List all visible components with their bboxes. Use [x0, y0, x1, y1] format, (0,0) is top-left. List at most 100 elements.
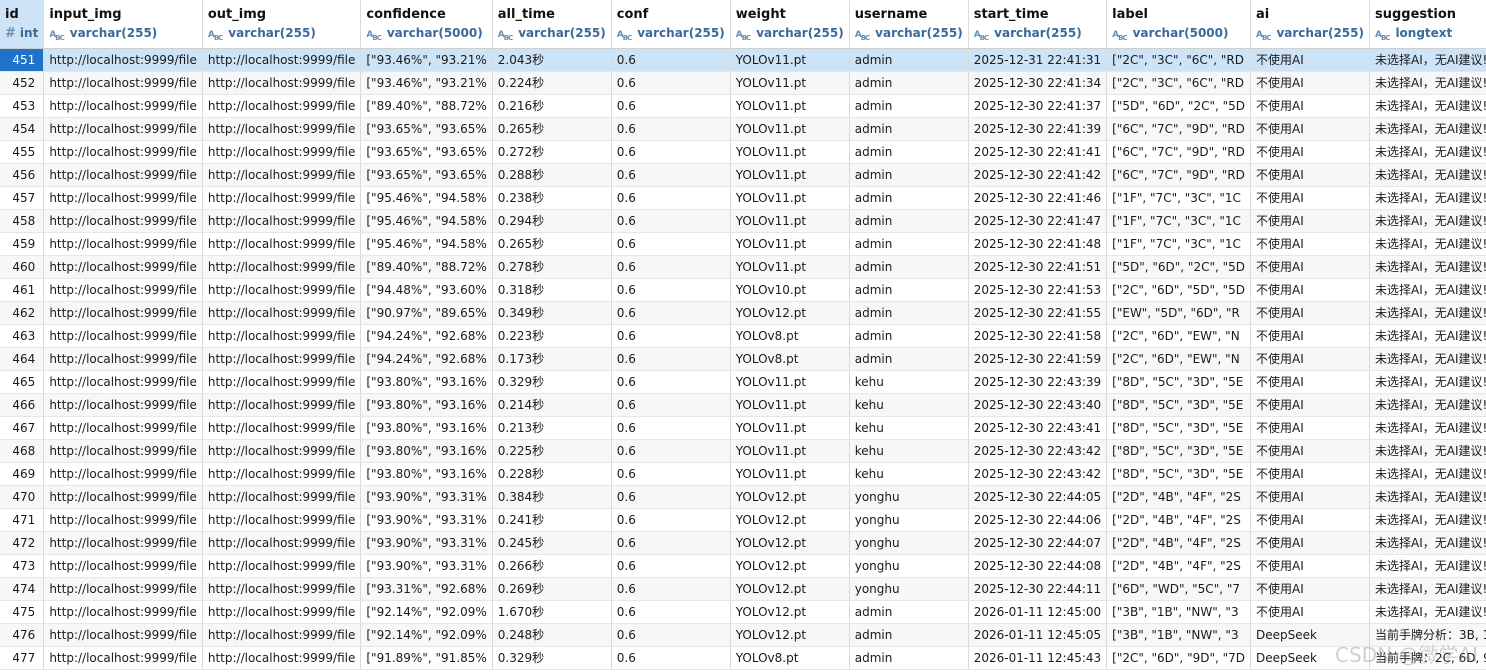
cell-input-img[interactable]: http://localhost:9999/file — [43, 140, 203, 164]
cell-out-img[interactable]: http://localhost:9999/file — [202, 71, 362, 95]
cell-username[interactable]: yonghu — [849, 577, 969, 601]
cell-start-time[interactable]: 2025-12-30 22:43:42 — [968, 462, 1108, 486]
table-row[interactable]: 451 http://localhost:9999/file http://loca… — [0, 48, 1486, 72]
cell-input-img[interactable]: http://localhost:9999/file — [43, 278, 203, 302]
cell-weight[interactable]: YOLOv8.pt — [730, 646, 850, 670]
cell-confidence[interactable]: ["93.65%", "93.65% — [360, 163, 493, 187]
cell-confidence[interactable]: ["93.80%", "93.16% — [360, 370, 493, 394]
cell-all-time[interactable]: 0.238秒 — [492, 186, 612, 210]
cell-suggestion[interactable]: 未选择AI，无AI建议! — [1369, 370, 1486, 394]
cell-ai[interactable]: 不使用AI — [1250, 209, 1370, 233]
table-row[interactable]: 459 http://localhost:9999/file http://loca… — [0, 232, 1486, 256]
cell-start-time[interactable]: 2025-12-30 22:41:39 — [968, 117, 1108, 141]
cell-suggestion[interactable]: 未选择AI，无AI建议! — [1369, 94, 1486, 118]
table-row[interactable]: 473 http://localhost:9999/file http://loca… — [0, 554, 1486, 578]
cell-conf[interactable]: 0.6 — [611, 186, 731, 210]
cell-label[interactable]: ["2C", "6D", "EW", "N — [1106, 324, 1251, 348]
cell-start-time[interactable]: 2025-12-30 22:44:11 — [968, 577, 1108, 601]
cell-confidence[interactable]: ["93.80%", "93.16% — [360, 439, 493, 463]
cell-username[interactable]: admin — [849, 301, 969, 325]
cell-suggestion[interactable]: 未选择AI，无AI建议! — [1369, 508, 1486, 532]
cell-id[interactable]: 469 — [0, 462, 45, 486]
cell-suggestion[interactable]: 未选择AI，无AI建议! — [1369, 255, 1486, 279]
cell-confidence[interactable]: ["93.46%", "93.21% — [360, 48, 493, 72]
cell-weight[interactable]: YOLOv11.pt — [730, 416, 850, 440]
cell-label[interactable]: ["2C", "3C", "6C", "RD — [1106, 48, 1251, 72]
cell-all-time[interactable]: 0.216秒 — [492, 94, 612, 118]
cell-username[interactable]: yonghu — [849, 554, 969, 578]
cell-confidence[interactable]: ["93.90%", "93.31% — [360, 531, 493, 555]
cell-suggestion[interactable]: 未选择AI，无AI建议! — [1369, 278, 1486, 302]
cell-start-time[interactable]: 2025-12-30 22:44:08 — [968, 554, 1108, 578]
cell-username[interactable]: yonghu — [849, 508, 969, 532]
cell-confidence[interactable]: ["94.24%", "92.68% — [360, 324, 493, 348]
cell-id[interactable]: 477 — [0, 646, 45, 670]
cell-weight[interactable]: YOLOv11.pt — [730, 48, 850, 72]
cell-start-time[interactable]: 2025-12-30 22:43:41 — [968, 416, 1108, 440]
cell-all-time[interactable]: 0.294秒 — [492, 209, 612, 233]
table-row[interactable]: 466 http://localhost:9999/file http://loca… — [0, 393, 1486, 417]
cell-suggestion[interactable]: 未选择AI，无AI建议! — [1369, 71, 1486, 95]
cell-conf[interactable]: 0.6 — [611, 71, 731, 95]
cell-out-img[interactable]: http://localhost:9999/file — [202, 646, 362, 670]
cell-ai[interactable]: 不使用AI — [1250, 71, 1370, 95]
cell-label[interactable]: ["1F", "7C", "3C", "1C — [1106, 232, 1251, 256]
cell-all-time[interactable]: 0.272秒 — [492, 140, 612, 164]
cell-out-img[interactable]: http://localhost:9999/file — [202, 232, 362, 256]
cell-out-img[interactable]: http://localhost:9999/file — [202, 117, 362, 141]
cell-confidence[interactable]: ["92.14%", "92.09% — [360, 623, 493, 647]
cell-suggestion[interactable]: 未选择AI，无AI建议! — [1369, 163, 1486, 187]
cell-weight[interactable]: YOLOv11.pt — [730, 186, 850, 210]
cell-ai[interactable]: 不使用AI — [1250, 48, 1370, 72]
cell-input-img[interactable]: http://localhost:9999/file — [43, 485, 203, 509]
cell-label[interactable]: ["1F", "7C", "3C", "1C — [1106, 186, 1251, 210]
table-row[interactable]: 463 http://localhost:9999/file http://loca… — [0, 324, 1486, 348]
cell-out-img[interactable]: http://localhost:9999/file — [202, 600, 362, 624]
cell-weight[interactable]: YOLOv8.pt — [730, 347, 850, 371]
cell-label[interactable]: ["8D", "5C", "3D", "5E — [1106, 439, 1251, 463]
cell-out-img[interactable]: http://localhost:9999/file — [202, 324, 362, 348]
cell-input-img[interactable]: http://localhost:9999/file — [43, 347, 203, 371]
cell-label[interactable]: ["3B", "1B", "NW", "3 — [1106, 623, 1251, 647]
cell-all-time[interactable]: 2.043秒 — [492, 48, 612, 72]
cell-username[interactable]: admin — [849, 600, 969, 624]
cell-ai[interactable]: DeepSeek — [1250, 623, 1370, 647]
cell-weight[interactable]: YOLOv11.pt — [730, 462, 850, 486]
table-row[interactable]: 455 http://localhost:9999/file http://loca… — [0, 140, 1486, 164]
cell-suggestion[interactable]: 未选择AI，无AI建议! — [1369, 186, 1486, 210]
cell-label[interactable]: ["5D", "6D", "2C", "5D — [1106, 94, 1251, 118]
cell-out-img[interactable]: http://localhost:9999/file — [202, 347, 362, 371]
cell-weight[interactable]: YOLOv8.pt — [730, 324, 850, 348]
table-row[interactable]: 454 http://localhost:9999/file http://loca… — [0, 117, 1486, 141]
cell-input-img[interactable]: http://localhost:9999/file — [43, 209, 203, 233]
cell-label[interactable]: ["2D", "4B", "4F", "2S — [1106, 531, 1251, 555]
cell-start-time[interactable]: 2026-01-11 12:45:00 — [968, 600, 1108, 624]
cell-weight[interactable]: YOLOv10.pt — [730, 278, 850, 302]
cell-suggestion[interactable]: 未选择AI，无AI建议! — [1369, 577, 1486, 601]
cell-conf[interactable]: 0.6 — [611, 462, 731, 486]
column-header-ai[interactable]: ai ABC varchar(255) — [1250, 0, 1370, 49]
cell-id[interactable]: 470 — [0, 485, 45, 509]
cell-label[interactable]: ["5D", "6D", "2C", "5D — [1106, 255, 1251, 279]
cell-suggestion[interactable]: 未选择AI，无AI建议! — [1369, 416, 1486, 440]
cell-id[interactable]: 466 — [0, 393, 45, 417]
cell-ai[interactable]: 不使用AI — [1250, 600, 1370, 624]
cell-label[interactable]: ["2C", "6D", "5D", "5D — [1106, 278, 1251, 302]
cell-id[interactable]: 460 — [0, 255, 45, 279]
cell-out-img[interactable]: http://localhost:9999/file — [202, 416, 362, 440]
cell-all-time[interactable]: 0.266秒 — [492, 554, 612, 578]
cell-ai[interactable]: 不使用AI — [1250, 416, 1370, 440]
cell-start-time[interactable]: 2025-12-30 22:41:51 — [968, 255, 1108, 279]
cell-id[interactable]: 464 — [0, 347, 45, 371]
table-row[interactable]: 464 http://localhost:9999/file http://loca… — [0, 347, 1486, 371]
cell-input-img[interactable]: http://localhost:9999/file — [43, 508, 203, 532]
cell-input-img[interactable]: http://localhost:9999/file — [43, 48, 203, 72]
cell-out-img[interactable]: http://localhost:9999/file — [202, 186, 362, 210]
cell-start-time[interactable]: 2025-12-30 22:41:59 — [968, 347, 1108, 371]
cell-conf[interactable]: 0.6 — [611, 324, 731, 348]
cell-confidence[interactable]: ["93.90%", "93.31% — [360, 485, 493, 509]
cell-username[interactable]: kehu — [849, 462, 969, 486]
cell-confidence[interactable]: ["93.90%", "93.31% — [360, 508, 493, 532]
cell-conf[interactable]: 0.6 — [611, 393, 731, 417]
cell-conf[interactable]: 0.6 — [611, 508, 731, 532]
